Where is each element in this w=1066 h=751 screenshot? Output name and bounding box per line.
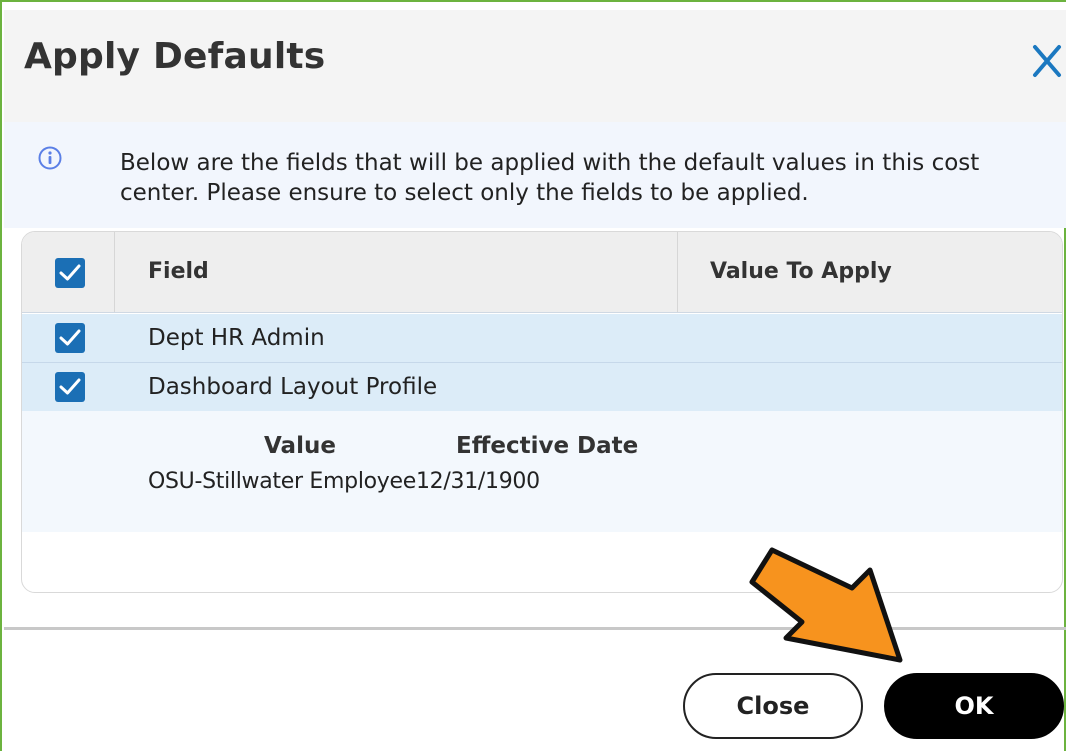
table-row[interactable]: Dashboard Layout Profile xyxy=(22,363,1062,411)
info-icon xyxy=(38,146,62,170)
table-row[interactable]: Dept HR Admin xyxy=(22,314,1062,363)
close-x-icon[interactable] xyxy=(1030,38,1064,82)
row-field-label: Dept HR Admin xyxy=(148,325,325,351)
detail-header-effective-date: Effective Date xyxy=(456,433,639,459)
orange-arrow-pointer xyxy=(749,547,903,663)
defaults-grid: Field Value To Apply Dept HR Admin Dashb… xyxy=(21,231,1063,593)
dialog: Apply Defaults Below are the fields that… xyxy=(0,0,1066,751)
column-header-field: Field xyxy=(148,259,209,284)
dialog-title: Apply Defaults xyxy=(24,36,326,77)
top-strip xyxy=(4,2,1066,10)
row-checkbox[interactable] xyxy=(55,323,85,353)
ok-button[interactable]: OK xyxy=(884,673,1064,739)
detail-value-line: OSU-Stillwater Employee12/31/1900 xyxy=(148,469,540,494)
column-header-value-to-apply: Value To Apply xyxy=(710,259,892,284)
select-all-checkbox[interactable] xyxy=(55,258,85,288)
detail-value: OSU-Stillwater Employee xyxy=(148,469,416,494)
header-check-cell xyxy=(22,232,115,312)
info-banner: Below are the fields that will be applie… xyxy=(4,122,1066,228)
row-field-label: Dashboard Layout Profile xyxy=(148,374,438,400)
dialog-header: Apply Defaults xyxy=(4,10,1066,122)
row-detail-panel: Value Effective Date OSU-Stillwater Empl… xyxy=(22,411,1062,532)
grid-header: Field Value To Apply xyxy=(22,232,1062,313)
info-message: Below are the fields that will be applie… xyxy=(120,150,980,206)
close-button[interactable]: Close xyxy=(683,673,863,739)
detail-header-value: Value xyxy=(264,433,336,459)
row-checkbox[interactable] xyxy=(55,372,85,402)
detail-effective-date: 12/31/1900 xyxy=(415,469,540,494)
column-divider xyxy=(677,232,678,312)
